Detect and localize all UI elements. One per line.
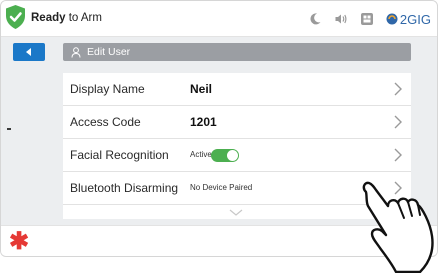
- dashboard-icon[interactable]: [360, 12, 374, 26]
- row-value: Neil: [190, 82, 213, 96]
- row-label: Display Name: [70, 82, 145, 96]
- asterisk-icon[interactable]: ✱: [9, 230, 29, 254]
- back-arrow-icon: [26, 48, 31, 56]
- brand-logo: 2GIG: [386, 12, 431, 27]
- brand-name: 2GIG: [399, 11, 431, 27]
- row-access-code[interactable]: Access Code 1201: [63, 106, 411, 139]
- scroll-down-icon[interactable]: [229, 209, 243, 217]
- volume-icon[interactable]: [334, 12, 348, 26]
- row-facial-recognition[interactable]: Facial Recognition Active: [63, 139, 411, 172]
- row-label: Access Code: [70, 115, 141, 129]
- page-header: Edit User: [63, 43, 411, 61]
- status-state: Ready: [31, 12, 66, 24]
- system-status[interactable]: Ready to Arm: [31, 12, 102, 24]
- row-display-name[interactable]: Display Name Neil: [63, 73, 411, 106]
- side-dash: [7, 128, 11, 130]
- row-value: 1201: [190, 115, 217, 129]
- row-status: Active: [190, 150, 212, 159]
- status-state-rest: to Arm: [65, 12, 102, 24]
- row-label: Facial Recognition: [70, 148, 169, 162]
- back-button[interactable]: [13, 43, 45, 61]
- moon-icon[interactable]: [308, 12, 322, 26]
- status-icons: 2GIG: [308, 9, 431, 29]
- shield-check-icon: [6, 5, 25, 29]
- brand-logo-icon: [386, 13, 398, 25]
- row-label: Bluetooth Disarming: [70, 181, 179, 195]
- chevron-right-icon: [394, 82, 402, 96]
- pointing-hand-icon: [362, 181, 434, 273]
- status-bar: Ready to Arm 2GIG: [1, 1, 437, 37]
- row-status: No Device Paired: [190, 183, 253, 192]
- user-icon: [71, 46, 81, 58]
- facial-recognition-toggle[interactable]: [211, 149, 239, 162]
- chevron-right-icon: [394, 148, 402, 162]
- chevron-right-icon: [394, 115, 402, 129]
- toggle-knob: [227, 150, 238, 161]
- page-title: Edit User: [87, 46, 131, 58]
